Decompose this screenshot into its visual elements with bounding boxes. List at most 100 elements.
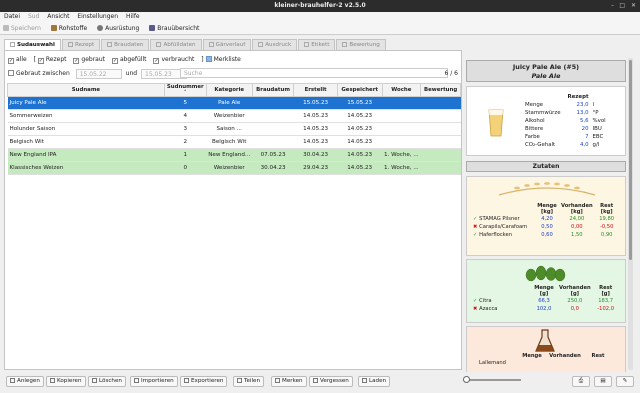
gear-icon	[97, 25, 104, 31]
malt-col-menge: Menge [kg]	[537, 203, 557, 215]
bookmark-checkbox[interactable]	[205, 56, 212, 62]
cell-kategorie: Pale Ale	[206, 96, 253, 110]
table-row[interactable]: Belgisch Wit 2 Belgisch Wit 14.05.23 14.05.2…	[7, 135, 461, 149]
importieren-button[interactable]: Importieren	[130, 376, 178, 387]
ingredients-button[interactable]: Rohstoffe	[50, 22, 87, 35]
teilen-button[interactable]: Teilen	[233, 376, 265, 387]
col-sudnummer[interactable]: Sudnummer ˄	[163, 83, 207, 97]
slider-handle[interactable]	[463, 376, 470, 383]
tab-gaerverlauf[interactable]: Gärverlauf	[202, 39, 252, 50]
recipe-stats-box: Rezept Menge 23,0 l Stammwürze 13,0 °P Alkohol…	[466, 86, 626, 156]
ingredient-menge: 0,60	[541, 232, 553, 238]
cell-bewertung	[420, 122, 461, 136]
bottled-checkbox[interactable]: ✓	[111, 58, 118, 64]
table-row[interactable]: Klassisches Weizen 0 Weizenbier 30.04.23 29.…	[7, 161, 461, 175]
yeast-table: Menge Vorhanden Rest Lallemand	[471, 353, 613, 367]
stat-unit: g/l	[592, 142, 600, 148]
vergessen-button[interactable]: Vergessen	[309, 376, 353, 387]
tab-label: Bewertung	[349, 42, 380, 48]
cell-gespeichert: 14.05.23	[337, 148, 382, 162]
loeschen-button[interactable]: Löschen	[88, 376, 126, 387]
tab-bewertung[interactable]: Bewertung	[336, 39, 386, 50]
laden-button[interactable]: Laden	[358, 376, 391, 387]
merken-button[interactable]: Merken	[271, 376, 307, 387]
col-sudname[interactable]: Sudname	[7, 83, 165, 97]
cell-braudatum	[252, 109, 294, 123]
pdf-button[interactable]: ▤	[594, 376, 612, 387]
anlegen-button[interactable]: Anlegen	[6, 376, 44, 387]
table-row[interactable]: New England IPA 1 New England... 07.05.23 30…	[7, 148, 461, 162]
cell-woche: 1. Woche, ...	[382, 161, 421, 175]
recipe-checkbox[interactable]: ✓	[37, 58, 44, 64]
exportieren-button[interactable]: Exportieren	[180, 376, 228, 387]
cell-woche	[382, 122, 421, 136]
cell-bewertung	[420, 109, 461, 123]
menu-datei[interactable]: Datei	[4, 13, 20, 20]
ingredient-row: ✓ Citra 66,3 250,0 183,7	[471, 297, 619, 305]
anlegen-label: Anlegen	[17, 378, 40, 384]
ingredient-rest: 183,7	[598, 298, 614, 304]
stat-row: Farbe 7 EBC	[523, 133, 608, 141]
col-bewertung[interactable]: Bewertung	[420, 83, 461, 97]
table-row[interactable]: Juicy Pale Ale 5 Pale Ale 15.05.23 15.05.23	[7, 96, 461, 110]
preview-scrollbar[interactable]	[628, 58, 633, 370]
cell-woche	[382, 135, 421, 149]
save-button[interactable]: Speichern	[3, 22, 41, 35]
scrollbar-thumb[interactable]	[629, 60, 632, 260]
close-icon[interactable]: ✕	[631, 0, 636, 12]
save-label: Speichern	[11, 25, 41, 32]
table-header: Sudname Sudnummer ˄ Kategorie Braudatum …	[7, 83, 461, 97]
stat-row: Bittere 20 IBU	[523, 125, 608, 133]
search-input[interactable]: Suche	[180, 68, 448, 78]
cell-kategorie: Saison ...	[206, 122, 253, 136]
col-erstellt[interactable]: Erstellt	[293, 83, 338, 97]
table-row[interactable]: Holunder Saison 3 Saison ... 14.05.23 14.05.…	[7, 122, 461, 136]
equipment-button[interactable]: Ausrüstung	[97, 22, 139, 35]
import-icon	[134, 378, 139, 383]
window-titlebar: kleiner-brauhelfer-2 v2.5.0 – □ ✕	[0, 0, 640, 12]
tab-label: Gärverlauf	[215, 42, 246, 48]
bottled-label: abgefüllt	[119, 56, 147, 63]
cell-erstellt: 15.05.23	[293, 96, 338, 110]
cell-erstellt: 14.05.23	[293, 135, 338, 149]
all-checkbox[interactable]: ✓	[8, 58, 14, 64]
tab-ausdruck[interactable]: Ausdruck	[252, 39, 298, 50]
exportieren-label: Exportieren	[191, 378, 224, 384]
tab-sudauswahl[interactable]: Sudauswahl	[4, 39, 61, 50]
tab-rezept[interactable]: Rezept	[61, 39, 101, 50]
cell-kategorie: Belgisch Wit	[206, 135, 253, 149]
brewed-checkbox[interactable]: ✓	[73, 58, 80, 64]
col-woche[interactable]: Woche	[381, 83, 422, 97]
ingredient-menge: 66,3	[538, 298, 550, 304]
cell-bewertung	[420, 96, 461, 110]
minimize-icon[interactable]: –	[611, 0, 614, 12]
menu-sud[interactable]: Sud	[28, 13, 39, 20]
all-label: alle	[16, 56, 27, 63]
ingredient-menge: 4,20	[541, 216, 553, 222]
tab-etikett[interactable]: Etikett	[298, 39, 336, 50]
stat-unit: °P	[592, 110, 599, 116]
zoom-slider[interactable]	[463, 376, 521, 383]
menu-einstellungen[interactable]: Einstellungen	[77, 13, 118, 20]
col-gespeichert[interactable]: Gespeichert	[336, 83, 383, 97]
between-checkbox[interactable]	[8, 70, 14, 76]
merken-label: Merken	[282, 378, 303, 384]
overview-button[interactable]: Brauübersicht	[149, 22, 199, 35]
tab-abfuelldaten[interactable]: Abfülldaten	[150, 39, 202, 50]
laden-label: Laden	[369, 378, 387, 384]
col-braudatum[interactable]: Braudatum	[251, 83, 295, 97]
print-button[interactable]: ⎙	[572, 376, 590, 387]
consumed-checkbox[interactable]: ✓	[153, 58, 160, 64]
edit-button[interactable]: ✎	[616, 376, 634, 387]
maximize-icon[interactable]: □	[619, 0, 625, 12]
kopieren-button[interactable]: Kopieren	[46, 376, 86, 387]
menu-hilfe[interactable]: Hilfe	[126, 13, 140, 20]
col-kategorie[interactable]: Kategorie	[205, 83, 253, 97]
print-icon	[258, 42, 264, 47]
tab-braudaten[interactable]: Braudaten	[101, 39, 150, 50]
cell-woche	[382, 109, 421, 123]
menu-ansicht[interactable]: Ansicht	[47, 13, 69, 20]
table-row[interactable]: Sommerweizen 4 Weizenbier 14.05.23 14.05.23	[7, 109, 461, 123]
date-from-field[interactable]: 15.05.22	[75, 68, 122, 79]
vergessen-label: Vergessen	[320, 378, 349, 384]
